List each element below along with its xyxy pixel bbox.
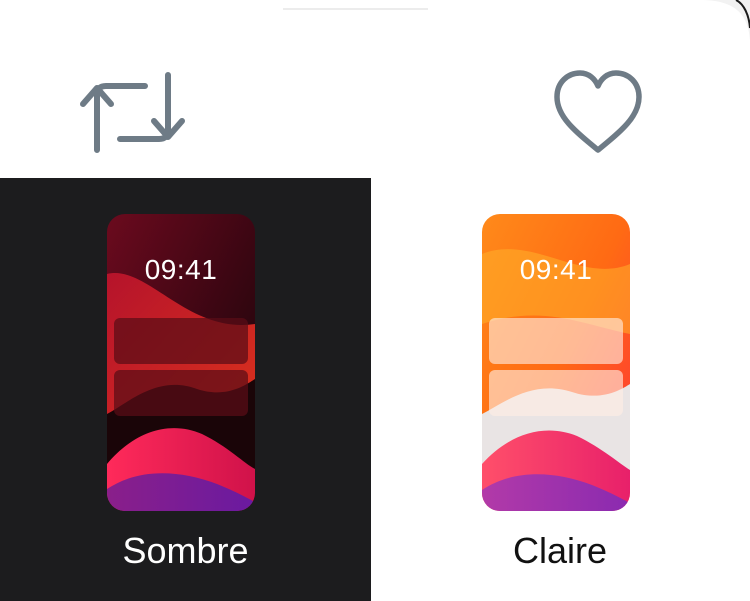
appearance-option-light[interactable]: 09:41 Claire bbox=[420, 178, 700, 601]
notification-placeholder bbox=[489, 318, 623, 364]
appearance-label-dark: Sombre bbox=[122, 530, 249, 571]
dark-wallpaper-preview: 09:41 bbox=[107, 214, 255, 511]
appearance-label-light: Claire bbox=[512, 530, 608, 571]
notification-placeholder bbox=[489, 370, 623, 416]
heart-icon bbox=[554, 70, 642, 153]
retweet-button[interactable] bbox=[75, 70, 190, 155]
light-wallpaper-preview: 09:41 bbox=[482, 214, 630, 511]
lock-screen-time: 09:41 bbox=[144, 254, 218, 285]
lock-screen-time: 09:41 bbox=[519, 254, 593, 285]
top-divider bbox=[283, 8, 428, 10]
notification-placeholder bbox=[114, 370, 248, 416]
window-edge bbox=[700, 0, 750, 40]
like-button[interactable] bbox=[548, 68, 648, 158]
retweet-icon bbox=[80, 72, 185, 153]
appearance-option-dark[interactable]: 09:41 Sombre bbox=[0, 178, 371, 601]
notification-placeholder bbox=[114, 318, 248, 364]
